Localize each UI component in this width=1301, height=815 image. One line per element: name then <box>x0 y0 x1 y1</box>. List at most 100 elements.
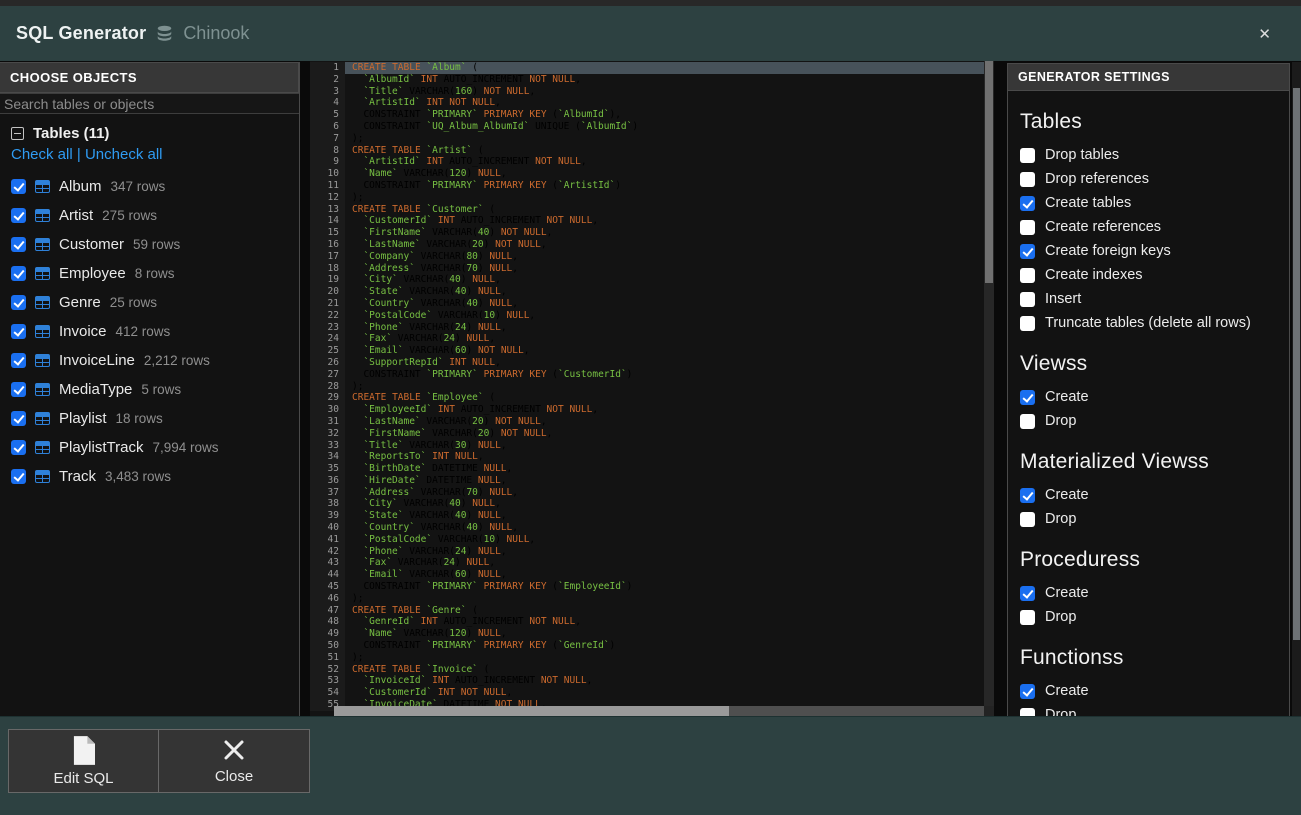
table-row[interactable]: Playlist18 rows <box>8 404 291 433</box>
settings-scroll-thumb[interactable] <box>1293 88 1300 640</box>
table-checkbox[interactable] <box>11 266 26 281</box>
document-icon <box>72 736 95 765</box>
table-row[interactable]: InvoiceLine2,212 rows <box>8 346 291 375</box>
option-checkbox[interactable] <box>1020 316 1035 331</box>
line-text: `CustomerId` INT NOT NULL, <box>345 687 984 699</box>
settings-option[interactable]: Drop tables <box>1020 143 1279 167</box>
edit-sql-label: Edit SQL <box>53 770 113 787</box>
search-input[interactable] <box>0 93 299 114</box>
option-checkbox[interactable] <box>1020 244 1035 259</box>
option-label: Drop <box>1045 511 1076 527</box>
table-row[interactable]: Customer59 rows <box>8 230 291 259</box>
table-icon <box>35 325 50 338</box>
editor-horizontal-scrollbar[interactable] <box>334 706 984 716</box>
line-number: 19 <box>310 274 345 286</box>
line-text: ); <box>345 652 984 664</box>
table-checkbox[interactable] <box>11 469 26 484</box>
settings-option[interactable]: Create foreign keys <box>1020 239 1279 263</box>
table-row[interactable]: Employee8 rows <box>8 259 291 288</box>
settings-option[interactable]: Create <box>1020 679 1279 703</box>
settings-option[interactable]: Create tables <box>1020 191 1279 215</box>
line-text: `Phone` VARCHAR(24) NULL, <box>345 546 984 558</box>
table-row[interactable]: Genre25 rows <box>8 288 291 317</box>
option-checkbox[interactable] <box>1020 684 1035 699</box>
table-name: PlaylistTrack <box>59 439 143 456</box>
code-line: 7); <box>310 133 984 145</box>
settings-option[interactable]: Insert <box>1020 287 1279 311</box>
dialog-close-icon[interactable]: ✕ <box>1244 21 1285 47</box>
option-checkbox[interactable] <box>1020 220 1035 235</box>
line-number: 39 <box>310 510 345 522</box>
link-separator: | <box>77 146 81 163</box>
settings-section-title: Functionss <box>1020 646 1279 670</box>
close-button[interactable]: Close <box>159 729 310 793</box>
table-row[interactable]: PlaylistTrack7,994 rows <box>8 433 291 462</box>
edit-sql-button[interactable]: Edit SQL <box>8 729 159 793</box>
settings-option[interactable]: Drop <box>1020 605 1279 629</box>
line-number: 29 <box>310 392 345 404</box>
settings-option[interactable]: Drop <box>1020 507 1279 531</box>
option-checkbox[interactable] <box>1020 148 1035 163</box>
option-checkbox[interactable] <box>1020 292 1035 307</box>
settings-section-title: Tables <box>1020 110 1279 134</box>
option-checkbox[interactable] <box>1020 414 1035 429</box>
settings-option[interactable]: Drop <box>1020 409 1279 433</box>
settings-section-title: Proceduress <box>1020 548 1279 572</box>
editor-vertical-scroll-thumb[interactable] <box>985 61 993 283</box>
line-number: 20 <box>310 286 345 298</box>
settings-option[interactable]: Create <box>1020 385 1279 409</box>
line-number: 54 <box>310 687 345 699</box>
line-text: `Address` VARCHAR(70) NULL, <box>345 263 984 275</box>
table-icon <box>35 238 50 251</box>
option-checkbox[interactable] <box>1020 512 1035 527</box>
table-checkbox[interactable] <box>11 382 26 397</box>
code-line: 41 `PostalCode` VARCHAR(10) NULL, <box>310 534 984 546</box>
option-checkbox[interactable] <box>1020 586 1035 601</box>
table-checkbox[interactable] <box>11 179 26 194</box>
option-checkbox[interactable] <box>1020 610 1035 625</box>
table-row[interactable]: Artist275 rows <box>8 201 291 230</box>
tables-group-row[interactable]: Tables (11) <box>11 125 291 142</box>
titlebar: SQL Generator Chinook ✕ <box>0 0 1301 61</box>
option-checkbox[interactable] <box>1020 196 1035 211</box>
table-checkbox[interactable] <box>11 353 26 368</box>
editor-horizontal-scroll-thumb[interactable] <box>334 706 729 716</box>
settings-option[interactable]: Create <box>1020 483 1279 507</box>
uncheck-all-link[interactable]: Uncheck all <box>85 146 163 163</box>
settings-option[interactable]: Drop references <box>1020 167 1279 191</box>
option-checkbox[interactable] <box>1020 172 1035 187</box>
code-line: 43 `Fax` VARCHAR(24) NULL, <box>310 557 984 569</box>
settings-scrollbar[interactable] <box>1292 62 1301 716</box>
table-checkbox[interactable] <box>11 237 26 252</box>
table-checkbox[interactable] <box>11 411 26 426</box>
table-row-count: 5 rows <box>141 382 181 397</box>
code-line: 42 `Phone` VARCHAR(24) NULL, <box>310 546 984 558</box>
table-row[interactable]: Invoice412 rows <box>8 317 291 346</box>
table-row[interactable]: MediaType5 rows <box>8 375 291 404</box>
table-checkbox[interactable] <box>11 324 26 339</box>
table-checkbox[interactable] <box>11 208 26 223</box>
line-number: 38 <box>310 498 345 510</box>
settings-option[interactable]: Create <box>1020 581 1279 605</box>
table-row[interactable]: Album347 rows <box>8 172 291 201</box>
settings-option[interactable]: Create references <box>1020 215 1279 239</box>
line-text: `AlbumId` INT AUTO_INCREMENT NOT NULL, <box>345 74 984 86</box>
settings-option[interactable]: Create indexes <box>1020 263 1279 287</box>
table-checkbox[interactable] <box>11 295 26 310</box>
check-all-link[interactable]: Check all <box>11 146 73 163</box>
option-checkbox[interactable] <box>1020 390 1035 405</box>
code-line: 28); <box>310 381 984 393</box>
option-checkbox[interactable] <box>1020 488 1035 503</box>
option-checkbox[interactable] <box>1020 268 1035 283</box>
settings-option[interactable]: Truncate tables (delete all rows) <box>1020 311 1279 335</box>
code-line: 51); <box>310 652 984 664</box>
code-line: 40 `Country` VARCHAR(40) NULL, <box>310 522 984 534</box>
collapse-icon[interactable] <box>11 127 24 140</box>
code-line: 32 `FirstName` VARCHAR(20) NOT NULL, <box>310 428 984 440</box>
editor-vertical-scrollbar[interactable] <box>984 61 994 706</box>
code-line: 34 `ReportsTo` INT NULL, <box>310 451 984 463</box>
line-text: `Address` VARCHAR(70) NULL, <box>345 487 984 499</box>
sql-editor[interactable]: 1CREATE TABLE `Album` (2 `AlbumId` INT A… <box>310 61 994 716</box>
table-row[interactable]: Track3,483 rows <box>8 462 291 491</box>
table-checkbox[interactable] <box>11 440 26 455</box>
